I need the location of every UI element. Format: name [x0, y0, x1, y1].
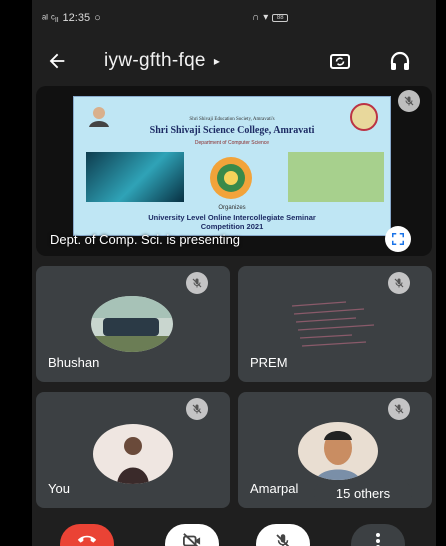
camera-toggle-button[interactable] [165, 524, 219, 546]
status-bar: ᵃᴵ ᶜₗₗ 12:35 ○ ∩ ▾ 88 [32, 0, 436, 36]
slide-image-emblem [210, 157, 252, 199]
presenter-label: Dept. of Comp. Sci. is presenting [50, 232, 241, 247]
status-left: ᵃᴵ ᶜₗₗ 12:35 ○ [42, 12, 101, 25]
slide-society: Shri Shivaji Education Society, Amravati… [189, 117, 275, 122]
top-bar: iyw-gfth-fqe ▸ [32, 42, 436, 80]
clock: 12:35 [62, 12, 91, 24]
switch-camera-icon [330, 54, 350, 69]
mic-off-badge [388, 398, 410, 420]
mic-off-badge [388, 272, 410, 294]
mic-off-badge [186, 398, 208, 420]
video-code-screen [291, 301, 375, 347]
participant-name: Bhushan [48, 355, 100, 370]
mic-toggle-button[interactable] [256, 524, 310, 546]
meeting-code: iyw-gfth-fqe [104, 50, 206, 71]
sync-icon: ○ [94, 12, 101, 24]
more-vert-icon [376, 533, 380, 546]
shared-slide: Shri Shivaji Education Society, Amravati… [73, 96, 391, 236]
mic-off-icon [192, 404, 202, 414]
slide-seminar-line1: University Level Online Intercollegiate … [148, 213, 316, 222]
slide-seminar-line2: Competition 2021 [200, 222, 264, 231]
participant-tile-you[interactable]: You [36, 392, 230, 508]
avatar-amarpal [298, 422, 378, 480]
mic-off-badge [186, 272, 208, 294]
participant-tile-bhushan[interactable]: Bhushan [36, 266, 230, 382]
mic-off-icon [276, 534, 290, 546]
slide-seminar-title: University Level Online Intercollegiate … [74, 213, 390, 231]
presenter-mic-off-badge [398, 90, 420, 112]
slide-image-tech [86, 152, 184, 202]
switch-camera-button[interactable] [325, 46, 355, 76]
wifi-status-icon: ▾ [263, 12, 269, 23]
participant-name: Amarpal [250, 481, 299, 496]
founder-portrait [89, 107, 109, 127]
slide-department: Department of Computer Science [194, 140, 270, 146]
video-off-icon [183, 533, 201, 546]
headset-status-icon: ∩ [252, 12, 260, 23]
arrow-left-icon [49, 53, 65, 69]
meet-screen: ᵃᴵ ᶜₗₗ 12:35 ○ ∩ ▾ 88 iyw-gfth-fqe ▸ Shr… [32, 0, 436, 546]
slide-college-name: Shri Shivaji Science College, Amravati [149, 125, 315, 136]
mic-off-icon [394, 404, 404, 414]
fullscreen-button[interactable] [385, 226, 411, 252]
status-icons: ∩ ▾ 88 [252, 12, 289, 23]
signal-icon: ᵃᴵ ᶜₗₗ [42, 12, 59, 25]
slide-organizer: Organizes [218, 205, 246, 211]
slide-image-globe [288, 152, 384, 202]
end-call-button[interactable] [60, 524, 114, 546]
battery-icon: 88 [272, 13, 289, 22]
meeting-code-button[interactable]: iyw-gfth-fqe ▸ [104, 50, 220, 72]
more-options-button[interactable] [351, 524, 405, 546]
fullscreen-icon [391, 232, 405, 246]
mic-off-icon [394, 278, 404, 288]
caret-right-icon: ▸ [213, 54, 221, 68]
call-controls [32, 518, 436, 546]
presentation-tile[interactable]: Shri Shivaji Education Society, Amravati… [36, 86, 432, 256]
others-count-chip[interactable]: 15 others [314, 480, 412, 506]
participant-name: You [48, 481, 70, 496]
phone-hangup-icon [77, 535, 97, 543]
mic-off-icon [192, 278, 202, 288]
avatar-bhushan [91, 296, 173, 352]
avatar-you [93, 424, 173, 484]
back-button[interactable] [42, 46, 72, 76]
audio-output-button[interactable] [385, 46, 415, 76]
mic-off-icon [404, 96, 414, 106]
headphones-icon [390, 51, 410, 70]
participant-name: PREM [250, 355, 288, 370]
participant-tile-prem[interactable]: PREM [238, 266, 432, 382]
